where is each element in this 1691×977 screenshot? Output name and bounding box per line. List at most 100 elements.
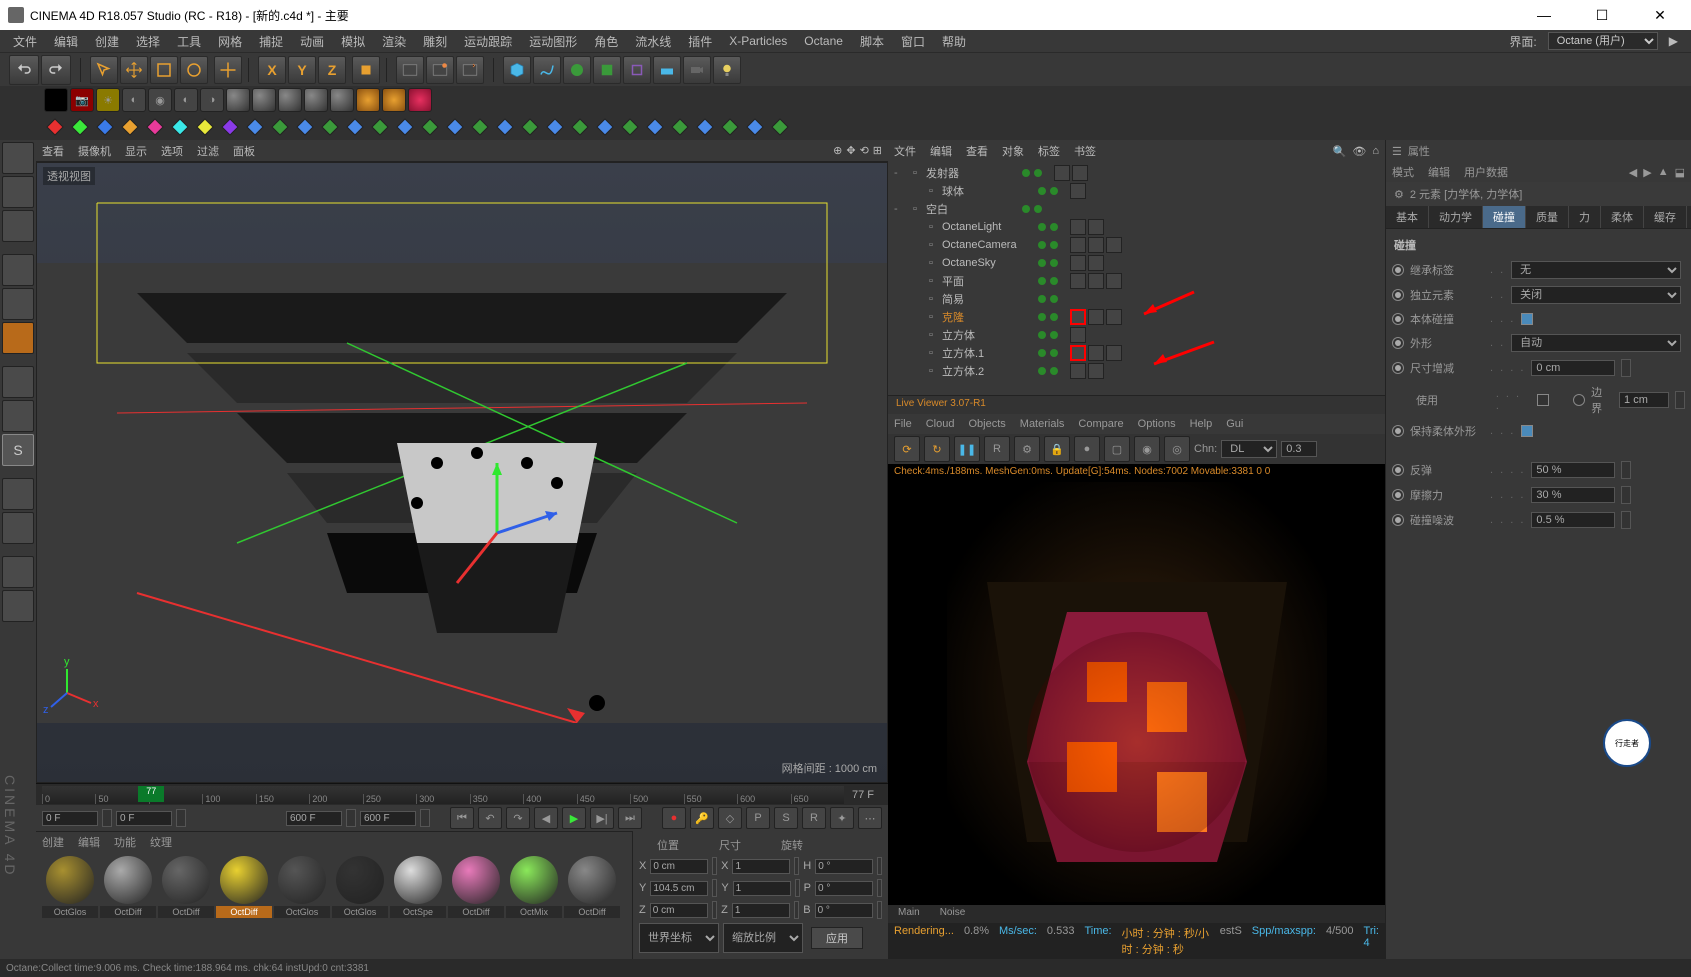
key-opts-button[interactable]: ◇ [718,807,742,829]
menu-X-Particles[interactable]: X-Particles [722,32,794,50]
point-mode[interactable] [2,254,34,286]
grid2-button[interactable] [2,590,34,622]
xp-tool-9[interactable] [269,116,291,138]
material-4[interactable]: OctGlos [274,856,330,918]
lv-menu-Gui[interactable]: Gui [1226,418,1243,430]
grid-button[interactable] [2,556,34,588]
attr-back-icon[interactable]: ◀ [1629,166,1637,179]
frame-end[interactable] [286,811,342,826]
goto-start-button[interactable]: ⏮ [450,807,474,829]
recent-tool[interactable] [214,56,242,84]
record-button[interactable]: ● [662,807,686,829]
object-简易[interactable]: ▫简易 [890,290,1383,308]
x-axis-button[interactable]: X [258,56,286,84]
lv-menu-Options[interactable]: Options [1138,418,1176,430]
oct-mat-2[interactable] [252,88,276,112]
lv-channel-select[interactable]: DL [1221,440,1277,458]
menu-窗口[interactable]: 窗口 [894,31,932,52]
workplane-button[interactable] [2,512,34,544]
lv-menu-Help[interactable]: Help [1190,418,1213,430]
layout-next-icon[interactable]: ▶ [1662,32,1685,50]
menu-编辑[interactable]: 编辑 [47,31,85,52]
xp-tool-20[interactable] [544,116,566,138]
oct-mat-8[interactable] [408,88,432,112]
menu-动画[interactable]: 动画 [293,31,331,52]
rot-Z[interactable] [815,903,873,918]
pos-X[interactable] [650,859,708,874]
close-button[interactable]: ✕ [1637,0,1683,30]
lv-reload-button[interactable]: ↻ [924,436,950,462]
vp-menu-查看[interactable]: 查看 [42,143,64,159]
coord-system-button[interactable] [352,56,380,84]
lv-menu-Objects[interactable]: Objects [968,418,1005,430]
mat-menu-创建[interactable]: 创建 [42,834,64,850]
generator-tool[interactable] [563,56,591,84]
timeline-marker[interactable]: 77 [138,786,164,802]
object-平面[interactable]: ▫平面 [890,272,1383,290]
poly-mode[interactable] [2,322,34,354]
menu-文件[interactable]: 文件 [6,31,44,52]
object-OctaneSky[interactable]: ▫OctaneSky [890,254,1383,272]
frame-total[interactable] [360,811,416,826]
oct-btn-2[interactable]: 📷 [70,88,94,112]
pos-Z[interactable] [650,903,708,918]
oct-btn-4[interactable]: ◐ [122,88,146,112]
xp-tool-22[interactable] [594,116,616,138]
menu-流水线[interactable]: 流水线 [628,31,678,52]
attr-tab-缓存[interactable]: 缓存 [1644,206,1687,228]
scale-tool[interactable] [150,56,178,84]
play-button[interactable]: ▶ [562,807,586,829]
lv-menu-Compare[interactable]: Compare [1078,418,1123,430]
mat-menu-功能[interactable]: 功能 [114,834,136,850]
lv-render-view[interactable] [888,479,1385,905]
menu-运动跟踪[interactable]: 运动跟踪 [457,31,519,52]
menu-雕刻[interactable]: 雕刻 [416,31,454,52]
menu-选择[interactable]: 选择 [129,31,167,52]
lv-pick-button[interactable]: ◉ [1134,436,1160,462]
mat-menu-编辑[interactable]: 编辑 [78,834,100,850]
vp-menu-显示[interactable]: 显示 [125,143,147,159]
xp-tool-28[interactable] [744,116,766,138]
object-空白[interactable]: -▫空白 [890,200,1383,218]
rotate-tool[interactable] [180,56,208,84]
vp-nav-icon4[interactable]: ⊞ [873,144,882,157]
render-pv-button[interactable] [426,56,454,84]
oct-mat-5[interactable] [330,88,354,112]
attr-menu-用户数据[interactable]: 用户数据 [1464,164,1508,180]
menu-捕捉[interactable]: 捕捉 [252,31,290,52]
menu-帮助[interactable]: 帮助 [935,31,973,52]
lv-lock-button[interactable]: 🔒 [1044,436,1070,462]
xp-tool-18[interactable] [494,116,516,138]
obj-search-icon[interactable]: 🔍 [1333,145,1347,158]
render-view-button[interactable] [396,56,424,84]
coord-space-select[interactable]: 世界坐标 [639,923,719,953]
object-球体[interactable]: ▫球体 [890,182,1383,200]
layout-select[interactable]: Octane (用户) [1548,32,1658,50]
redo-button[interactable] [41,55,71,85]
vp-nav-icon3[interactable]: ⟲ [860,144,869,157]
object-立方体.1[interactable]: ▫立方体.1 [890,344,1383,362]
menu-渲染[interactable]: 渲染 [375,31,413,52]
lv-menu-File[interactable]: File [894,418,912,430]
z-axis-button[interactable]: Z [318,56,346,84]
object-发射器[interactable]: -▫发射器 [890,164,1383,182]
xp-tool-15[interactable] [419,116,441,138]
vp-menu-摄像机[interactable]: 摄像机 [78,143,111,159]
lv-sphere-button[interactable]: ● [1074,436,1100,462]
apply-button[interactable]: 应用 [811,927,863,949]
object-OctaneLight[interactable]: ▫OctaneLight [890,218,1383,236]
material-1[interactable]: OctDiff [100,856,156,918]
lv-region-button[interactable]: ▢ [1104,436,1130,462]
lv-pause-button[interactable]: ❚❚ [954,436,980,462]
deformer-tool[interactable] [623,56,651,84]
xp-tool-23[interactable] [619,116,641,138]
vp-menu-过滤[interactable]: 过滤 [197,143,219,159]
editable-button[interactable] [2,142,34,174]
xp-tool-6[interactable] [194,116,216,138]
size-Y[interactable] [733,881,791,896]
oct-mat-3[interactable] [278,88,302,112]
timeline-ruler[interactable]: 77 0507710015020025030035040045050055060… [36,783,888,805]
key-s-button[interactable]: S [774,807,798,829]
xp-tool-27[interactable] [719,116,741,138]
attr-tab-动力学[interactable]: 动力学 [1429,206,1483,228]
